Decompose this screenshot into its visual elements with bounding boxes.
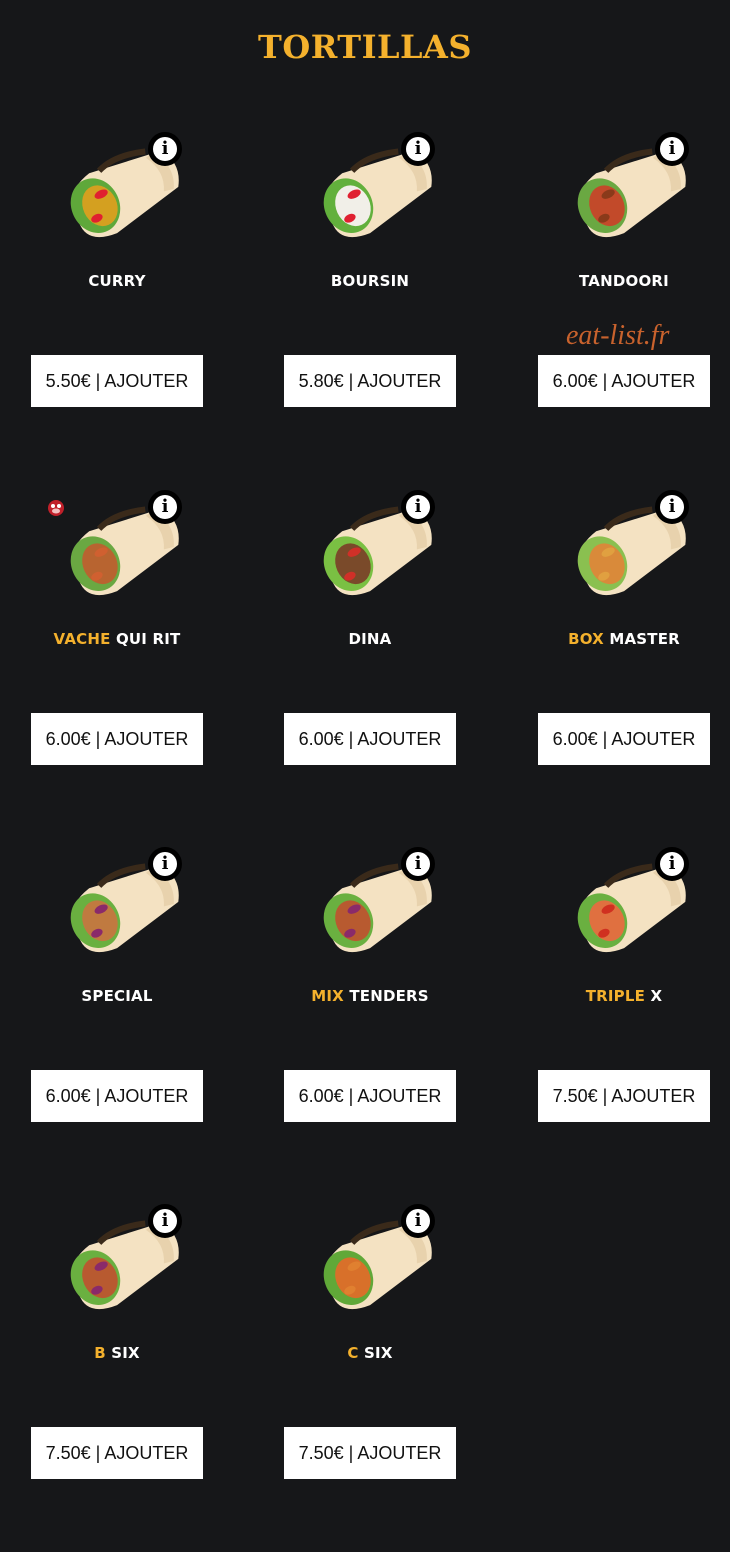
product-card: i B SIX 7.50€ | AJOUTER <box>0 1192 240 1552</box>
info-glyph: i <box>660 137 684 161</box>
product-card: i BOURSIN 5.80€ | AJOUTER <box>253 120 493 480</box>
product-name-text: CURRY <box>88 272 146 290</box>
product-name: VACHE QUI RIT <box>0 630 237 648</box>
tortilla-image[interactable] <box>253 1192 493 1322</box>
cow-logo-icon <box>48 500 64 516</box>
product-name: DINA <box>250 630 490 648</box>
add-to-cart-button[interactable]: 6.00€ | AJOUTER <box>284 1070 456 1122</box>
product-name-text: SPECIAL <box>81 987 153 1005</box>
product-name-text: BOURSIN <box>330 272 410 290</box>
product-name-text: DINA <box>348 630 392 648</box>
info-glyph: i <box>406 1209 430 1233</box>
tortilla-image[interactable] <box>0 1192 240 1322</box>
product-name: SPECIAL <box>0 987 237 1005</box>
info-icon[interactable]: i <box>401 132 435 166</box>
product-name-text: TANDOORI <box>579 272 669 290</box>
tortilla-image[interactable] <box>253 835 493 965</box>
info-icon[interactable]: i <box>148 1204 182 1238</box>
product-name: B SIX <box>0 1344 237 1362</box>
product-name-accent: C <box>347 1344 359 1362</box>
product-card: i SPECIAL 6.00€ | AJOUTER <box>0 835 240 1195</box>
product-card: i DINA 6.00€ | AJOUTER <box>253 478 493 838</box>
info-glyph: i <box>153 137 177 161</box>
product-name: C SIX <box>250 1344 490 1362</box>
product-name: MIX TENDERS <box>250 987 490 1005</box>
tortilla-image[interactable] <box>0 835 240 965</box>
info-icon[interactable]: i <box>401 490 435 524</box>
info-icon[interactable]: i <box>148 490 182 524</box>
product-name-accent: MIX <box>311 987 344 1005</box>
info-glyph: i <box>153 495 177 519</box>
info-icon[interactable]: i <box>655 847 689 881</box>
product-name: TRIPLE X <box>504 987 730 1005</box>
tortilla-image[interactable] <box>0 478 240 608</box>
product-name-text: QUI RIT <box>110 630 181 648</box>
add-to-cart-button[interactable]: 5.80€ | AJOUTER <box>284 355 456 407</box>
info-icon[interactable]: i <box>148 847 182 881</box>
product-name-text: X <box>645 987 663 1005</box>
add-to-cart-button[interactable]: 6.00€ | AJOUTER <box>31 1070 203 1122</box>
add-to-cart-button[interactable]: 6.00€ | AJOUTER <box>31 713 203 765</box>
product-name-text: SIX <box>105 1344 140 1362</box>
tortilla-image[interactable] <box>253 478 493 608</box>
tortilla-image[interactable] <box>253 120 493 250</box>
info-icon[interactable]: i <box>655 490 689 524</box>
add-to-cart-button[interactable]: 7.50€ | AJOUTER <box>284 1427 456 1479</box>
product-name-accent: VACHE <box>53 630 111 648</box>
info-glyph: i <box>660 495 684 519</box>
tortilla-image[interactable] <box>507 478 730 608</box>
add-to-cart-button[interactable]: 6.00€ | AJOUTER <box>538 713 710 765</box>
info-glyph: i <box>153 852 177 876</box>
info-glyph: i <box>406 137 430 161</box>
product-name-accent: B <box>94 1344 106 1362</box>
product-name: CURRY <box>0 272 237 290</box>
product-card: i VACHE QUI RIT 6.00€ | AJOUTER <box>0 478 240 838</box>
product-name: BOURSIN <box>250 272 490 290</box>
info-icon[interactable]: i <box>401 847 435 881</box>
tortilla-image[interactable] <box>507 835 730 965</box>
tortilla-image[interactable] <box>0 120 240 250</box>
product-name: BOX MASTER <box>504 630 730 648</box>
product-name-accent: BOX <box>568 630 604 648</box>
product-card: i MIX TENDERS 6.00€ | AJOUTER <box>253 835 493 1195</box>
product-card: i TANDOORI 6.00€ | AJOUTER <box>507 120 730 480</box>
product-card: i C SIX 7.50€ | AJOUTER <box>253 1192 493 1552</box>
tortilla-image[interactable] <box>507 120 730 250</box>
product-name-text: TENDERS <box>343 987 429 1005</box>
info-icon[interactable]: i <box>655 132 689 166</box>
page-title: TORTILLAS <box>258 28 472 66</box>
add-to-cart-button[interactable]: 6.00€ | AJOUTER <box>538 355 710 407</box>
add-to-cart-button[interactable]: 7.50€ | AJOUTER <box>538 1070 710 1122</box>
info-icon[interactable]: i <box>148 132 182 166</box>
product-name-text: SIX <box>358 1344 393 1362</box>
info-glyph: i <box>660 852 684 876</box>
add-to-cart-button[interactable]: 7.50€ | AJOUTER <box>31 1427 203 1479</box>
product-name-accent: TRIPLE <box>585 987 646 1005</box>
product-name: TANDOORI <box>504 272 730 290</box>
product-card: i TRIPLE X 7.50€ | AJOUTER <box>507 835 730 1195</box>
info-glyph: i <box>406 852 430 876</box>
info-glyph: i <box>406 495 430 519</box>
product-card: i BOX MASTER 6.00€ | AJOUTER <box>507 478 730 838</box>
add-to-cart-button[interactable]: 5.50€ | AJOUTER <box>31 355 203 407</box>
info-icon[interactable]: i <box>401 1204 435 1238</box>
product-card: i CURRY 5.50€ | AJOUTER <box>0 120 240 480</box>
add-to-cart-button[interactable]: 6.00€ | AJOUTER <box>284 713 456 765</box>
info-glyph: i <box>153 1209 177 1233</box>
product-name-text: MASTER <box>603 630 680 648</box>
